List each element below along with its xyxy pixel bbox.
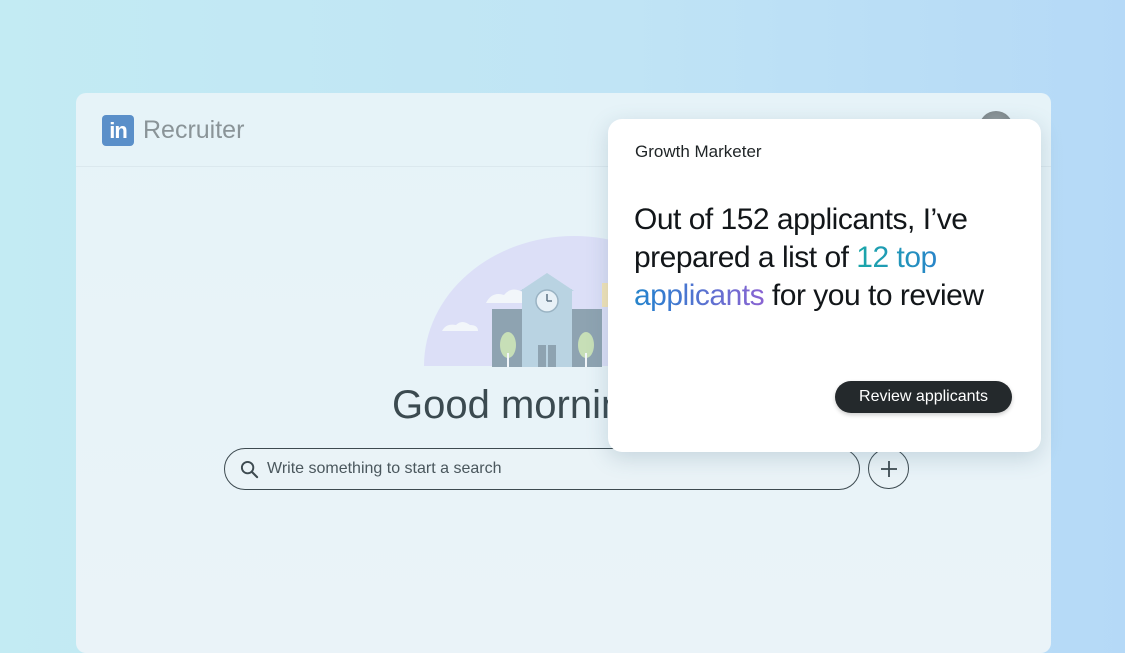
card-message: Out of 152 applicants, I’ve prepared a l… <box>634 201 1014 315</box>
greeting-heading: Good mornin <box>392 383 624 427</box>
job-title: Growth Marketer <box>635 142 762 161</box>
product-name: Recruiter <box>143 116 245 144</box>
add-button[interactable] <box>868 448 909 489</box>
ai-suggestion-card: Growth Marketer Out of 152 applicants, I… <box>608 119 1041 452</box>
message-text-end: for you to review <box>764 279 984 312</box>
search-input[interactable] <box>267 450 827 488</box>
search-box[interactable] <box>224 448 860 490</box>
plus-icon <box>880 460 897 477</box>
review-applicants-button[interactable]: Review applicants <box>835 381 1012 413</box>
linkedin-logo[interactable]: in <box>102 115 134 146</box>
search-icon <box>240 460 259 479</box>
